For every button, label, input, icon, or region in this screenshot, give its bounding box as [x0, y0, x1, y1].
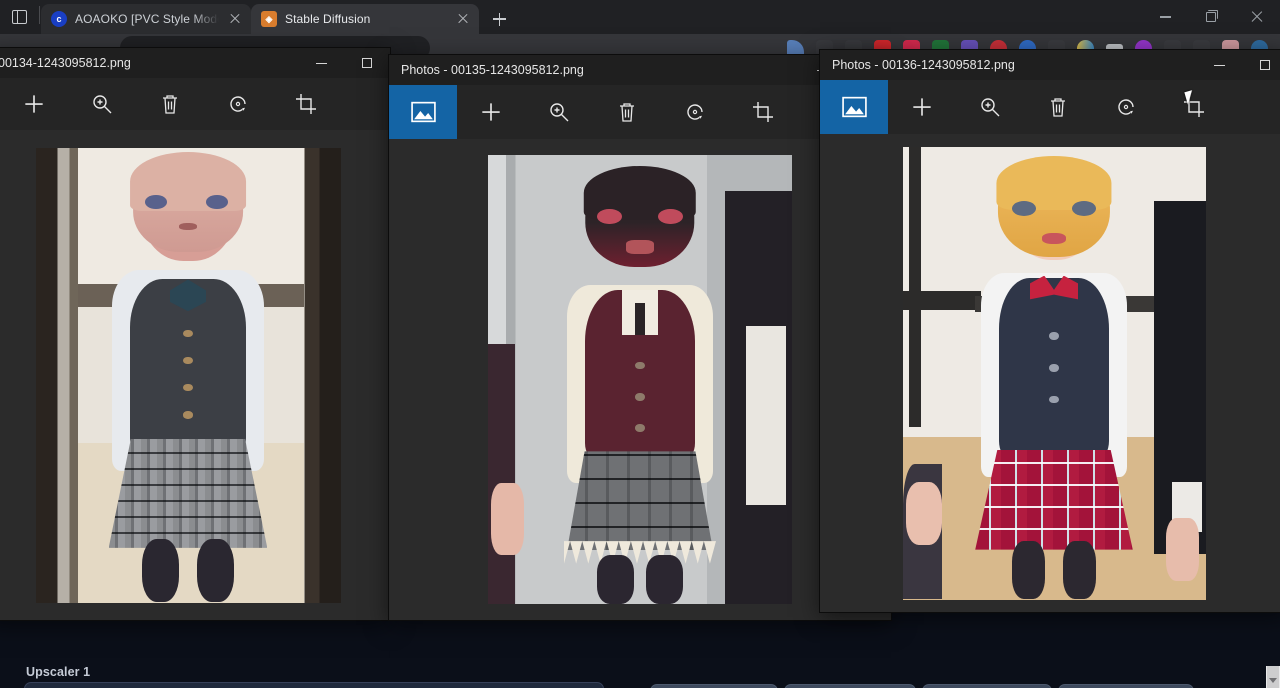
photos-canvas — [0, 130, 390, 620]
view-image-icon[interactable] — [820, 80, 888, 134]
photos-toolbar — [0, 78, 390, 130]
minimize-icon — [316, 63, 327, 64]
photos-window-00136[interactable]: Photos - 00136-1243095812.png — [820, 50, 1280, 612]
page-scrollbar[interactable] — [1266, 666, 1280, 688]
close-icon — [1251, 11, 1263, 23]
browser-tab-stable-diffusion[interactable]: ◈ Stable Diffusion — [251, 4, 479, 34]
minimize-icon — [1160, 16, 1171, 17]
close-icon[interactable] — [455, 11, 471, 27]
upscaler-1-label: Upscaler 1 — [26, 665, 90, 679]
rotate-icon[interactable] — [204, 78, 272, 130]
new-tab-button[interactable] — [485, 5, 513, 33]
close-icon[interactable] — [227, 11, 243, 27]
delete-icon[interactable] — [593, 85, 661, 139]
side-panel-button[interactable] — [0, 0, 38, 34]
maximize-button[interactable] — [344, 48, 390, 78]
crop-icon[interactable] — [729, 85, 797, 139]
window-title: Photos - 00136-1243095812.png — [832, 58, 1015, 72]
delete-icon[interactable] — [1024, 80, 1092, 134]
add-icon[interactable] — [0, 78, 68, 130]
tab-separator — [39, 6, 40, 24]
minimize-button[interactable] — [1142, 0, 1188, 34]
civitai-favicon: c — [51, 11, 67, 27]
photos-canvas — [820, 134, 1280, 612]
rotate-icon[interactable] — [1092, 80, 1160, 134]
rotate-icon[interactable] — [661, 85, 729, 139]
side-panel-icon — [12, 10, 27, 24]
browser-window-controls — [1142, 0, 1280, 34]
screen: c AOAOKO [PVC Style Model] - PV ◈ Stable… — [0, 0, 1280, 688]
photos-window-title-bar[interactable]: 00134-1243095812.png — [0, 48, 390, 78]
photos-window-00135[interactable]: Photos - 00135-1243095812.png — [389, 55, 891, 620]
zoom-in-icon[interactable] — [68, 78, 136, 130]
upscaler-1-select[interactable]: R-ESRGAN 4x+ Anime6B — [24, 682, 604, 688]
window-title: Photos - 00135-1243095812.png — [401, 63, 584, 77]
browser-tab-aoaoko[interactable]: c AOAOKO [PVC Style Model] - PV — [41, 4, 251, 34]
minimize-icon — [1214, 65, 1225, 66]
window-title: 00134-1243095812.png — [0, 56, 131, 70]
close-button[interactable] — [1234, 0, 1280, 34]
zoom-in-icon[interactable] — [525, 85, 593, 139]
photos-window-title-bar[interactable]: Photos - 00136-1243095812.png — [820, 50, 1280, 80]
maximize-button[interactable] — [1242, 50, 1280, 80]
crop-icon[interactable] — [272, 78, 340, 130]
window-controls — [298, 48, 390, 78]
photos-window-00134[interactable]: 00134-1243095812.png — [0, 48, 390, 620]
photo-image-00136 — [903, 147, 1206, 600]
output-actions: 📁 Send to img2img Send to inpaint Send t… — [650, 684, 1194, 688]
scrollbar-thumb[interactable] — [1267, 666, 1279, 688]
photos-toolbar — [820, 80, 1280, 134]
crop-icon[interactable] — [1160, 80, 1228, 134]
ext-blue-icon[interactable] — [787, 40, 804, 57]
tab-strip: c AOAOKO [PVC Style Model] - PV ◈ Stable… — [0, 0, 1280, 34]
view-image-icon[interactable] — [389, 85, 457, 139]
minimize-button[interactable] — [298, 48, 344, 78]
minimize-button[interactable] — [1196, 50, 1242, 80]
send-to-inpaint-button[interactable]: Send to inpaint — [922, 684, 1052, 688]
stable-diffusion-favicon: ◈ — [261, 11, 277, 27]
zoom-in-icon[interactable] — [956, 80, 1024, 134]
photos-toolbar — [389, 85, 891, 139]
photo-image-00134 — [36, 148, 341, 603]
window-controls — [1196, 50, 1280, 80]
photos-window-title-bar[interactable]: Photos - 00135-1243095812.png — [389, 55, 891, 85]
photos-canvas — [389, 139, 891, 620]
restore-icon — [1206, 12, 1216, 22]
restore-button[interactable] — [1188, 0, 1234, 34]
send-to-extras-button[interactable]: Send to extras — [1058, 684, 1194, 688]
tab-title: Stable Diffusion — [285, 12, 447, 26]
open-folder-button[interactable]: 📁 — [650, 684, 778, 688]
send-to-img2img-button[interactable]: Send to img2img — [784, 684, 916, 688]
photo-image-00135 — [488, 155, 792, 604]
delete-icon[interactable] — [136, 78, 204, 130]
scroll-down-arrow-icon[interactable] — [1269, 678, 1277, 683]
maximize-icon — [362, 58, 372, 68]
tab-title: AOAOKO [PVC Style Model] - PV — [75, 12, 219, 26]
add-icon[interactable] — [457, 85, 525, 139]
add-icon[interactable] — [888, 80, 956, 134]
maximize-icon — [1260, 60, 1270, 70]
